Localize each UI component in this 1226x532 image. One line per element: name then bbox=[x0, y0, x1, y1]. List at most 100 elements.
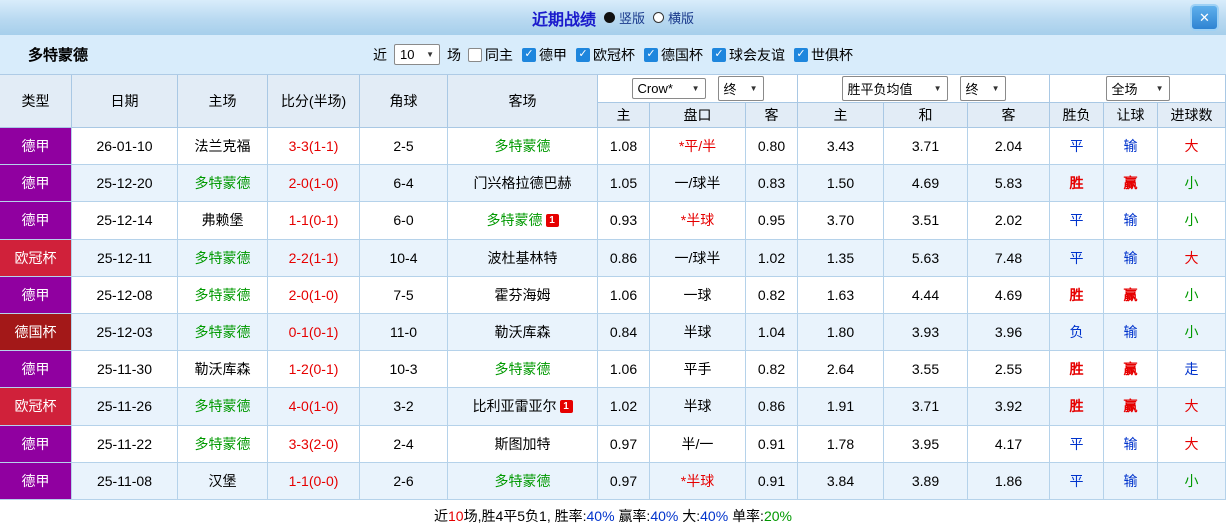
col-corner: 角球 bbox=[360, 75, 448, 128]
corner-cell: 2-5 bbox=[360, 128, 448, 166]
games-label: 场 bbox=[447, 46, 461, 63]
asian-home-odds-cell: 0.97 bbox=[598, 425, 650, 463]
footer-stat-text: 近 bbox=[434, 507, 449, 524]
away-team-cell[interactable]: 多特蒙德 1 bbox=[448, 202, 598, 240]
euro-draw-odds-cell: 4.69 bbox=[884, 165, 968, 203]
col-result: 胜负 bbox=[1050, 103, 1104, 128]
results-table: 类型 日期 主场 比分(半场) 角球 客场 Crow* ▼ 终 ▼ 主 盘口 客… bbox=[0, 75, 1226, 500]
col-date: 日期 bbox=[72, 75, 178, 128]
filter-checkbox-世俱杯[interactable]: ✓ 世俱杯 bbox=[794, 45, 853, 65]
europe-odds-select[interactable]: 胜平负均值 ▼ bbox=[841, 76, 948, 101]
away-team-name: 多特蒙德 bbox=[486, 212, 543, 229]
euro-home-odds-cell: 1.35 bbox=[798, 239, 884, 277]
handicap-cell: *平/半 bbox=[650, 128, 746, 166]
away-team-cell[interactable]: 多特蒙德 1 bbox=[448, 351, 598, 389]
europe-odds-group: 胜平负均值 ▼ 终 ▼ 主 和 客 bbox=[798, 75, 1050, 128]
odds-company-select[interactable]: Crow* ▼ bbox=[631, 78, 706, 99]
col-asian-home: 主 bbox=[598, 103, 650, 128]
filter-checkbox-德国杯[interactable]: ✓ 德国杯 bbox=[644, 45, 703, 65]
home-team-cell[interactable]: 多特蒙德 1 bbox=[178, 276, 268, 314]
away-team-cell[interactable]: 门兴格拉德巴赫 1 bbox=[448, 165, 598, 203]
away-team-cell[interactable]: 多特蒙德 1 bbox=[448, 462, 598, 500]
home-team-cell[interactable]: 弗赖堡 1 bbox=[178, 202, 268, 240]
titlebar: 近期战绩 竖版 横版 ✕ bbox=[0, 0, 1226, 35]
home-team-name: 多特蒙德 bbox=[194, 175, 251, 192]
away-team-cell[interactable]: 霍芬海姆 1 bbox=[448, 276, 598, 314]
match-count-select[interactable]: 10 ▼ bbox=[394, 44, 440, 65]
euro-away-odds-cell: 2.04 bbox=[968, 128, 1050, 166]
table-row: 德甲 26-01-10 法兰克福 1 3-3(1-1) 2-5 多特蒙德 1 1… bbox=[0, 128, 1226, 166]
away-team-name: 多特蒙德 bbox=[494, 138, 551, 155]
footer-stat-text: 10 bbox=[448, 507, 464, 524]
dropdown-arrow-icon: ▼ bbox=[1155, 84, 1164, 93]
dropdown-arrow-icon: ▼ bbox=[933, 84, 942, 93]
table-row: 德国杯 25-12-03 多特蒙德 1 0-1(0-1) 11-0 勒沃库森 1… bbox=[0, 313, 1226, 352]
match-count-value: 10 bbox=[400, 47, 415, 62]
table-row: 欧冠杯 25-12-11 多特蒙德 1 2-2(1-1) 10-4 波杜基林特 … bbox=[0, 239, 1226, 277]
euro-home-odds-cell: 1.91 bbox=[798, 388, 884, 426]
euro-away-odds-cell: 2.55 bbox=[968, 351, 1050, 389]
away-team-cell[interactable]: 比利亚雷亚尔 1 bbox=[448, 388, 598, 426]
away-team-cell[interactable]: 多特蒙德 1 bbox=[448, 128, 598, 166]
filter-checkbox-德甲[interactable]: ✓ 德甲 bbox=[522, 45, 567, 65]
date-cell: 25-11-22 bbox=[72, 425, 178, 463]
away-team-name: 波杜基林特 bbox=[487, 249, 558, 266]
handicap-result-cell: 赢 bbox=[1104, 276, 1158, 314]
europe-time-select[interactable]: 终 ▼ bbox=[959, 76, 1006, 101]
euro-away-odds-cell: 5.83 bbox=[968, 165, 1050, 203]
page-title: 近期战绩 bbox=[531, 11, 596, 29]
layout-radio-horizontal[interactable]: 横版 bbox=[653, 8, 694, 27]
home-team-cell[interactable]: 法兰克福 1 bbox=[178, 128, 268, 166]
europe-odds-controls: 胜平负均值 ▼ 终 ▼ bbox=[798, 75, 1050, 103]
goals-result-cell: 小 bbox=[1158, 462, 1226, 500]
goals-result-cell: 大 bbox=[1158, 388, 1226, 426]
filter-checkbox-同主[interactable]: 同主 bbox=[468, 45, 513, 65]
close-button[interactable]: ✕ bbox=[1190, 4, 1219, 31]
date-cell: 26-01-10 bbox=[72, 128, 178, 166]
table-row: 德甲 25-11-30 勒沃库森 1 1-2(0-1) 10-3 多特蒙德 1 … bbox=[0, 351, 1226, 389]
goals-result-cell: 小 bbox=[1158, 165, 1226, 203]
home-team-cell[interactable]: 汉堡 1 bbox=[178, 462, 268, 500]
league-type-cell: 德甲 bbox=[0, 462, 72, 500]
filter-checkbox-欧冠杯[interactable]: ✓ 欧冠杯 bbox=[576, 45, 635, 65]
red-card-badge-icon: 1 bbox=[545, 213, 559, 227]
red-card-badge-icon: 1 bbox=[559, 399, 573, 413]
asian-home-odds-cell: 0.84 bbox=[598, 313, 650, 352]
league-type-cell: 德甲 bbox=[0, 202, 72, 240]
col-cover: 让球 bbox=[1104, 103, 1158, 128]
home-team-name: 弗赖堡 bbox=[201, 212, 244, 229]
summary-footer: 近 10 场, 胜4平5负1, 胜率: 40% 赢率: 40% 大: 40% 单率: 20% bbox=[0, 499, 1226, 532]
handicap-cell: 平手 bbox=[650, 351, 746, 389]
euro-home-odds-cell: 1.63 bbox=[798, 276, 884, 314]
home-team-cell[interactable]: 多特蒙德 1 bbox=[178, 165, 268, 203]
filter-checkbox-球会友谊[interactable]: ✓ 球会友谊 bbox=[712, 45, 785, 65]
away-team-cell[interactable]: 斯图加特 1 bbox=[448, 425, 598, 463]
euro-draw-odds-cell: 3.93 bbox=[884, 313, 968, 352]
home-team-cell[interactable]: 多特蒙德 1 bbox=[178, 425, 268, 463]
col-away: 客场 bbox=[448, 75, 598, 128]
scope-select[interactable]: 全场 ▼ bbox=[1105, 76, 1170, 101]
result-headers: 胜负 让球 进球数 bbox=[1050, 103, 1226, 128]
handicap-result-cell: 输 bbox=[1104, 313, 1158, 352]
home-team-cell[interactable]: 多特蒙德 1 bbox=[178, 239, 268, 277]
table-row: 德甲 25-12-14 弗赖堡 1 1-1(0-1) 6-0 多特蒙德 1 0.… bbox=[0, 202, 1226, 240]
odds-time-select[interactable]: 终 ▼ bbox=[717, 76, 764, 101]
date-cell: 25-11-26 bbox=[72, 388, 178, 426]
home-team-cell[interactable]: 多特蒙德 1 bbox=[178, 388, 268, 426]
goals-result-cell: 大 bbox=[1158, 425, 1226, 463]
score-cell: 2-0(1-0) bbox=[268, 276, 360, 314]
checkbox-label: 欧冠杯 bbox=[593, 46, 635, 63]
checkbox-label: 球会友谊 bbox=[729, 46, 785, 63]
date-cell: 25-12-11 bbox=[72, 239, 178, 277]
handicap-cell: 半球 bbox=[650, 388, 746, 426]
date-cell: 25-12-20 bbox=[72, 165, 178, 203]
away-team-cell[interactable]: 波杜基林特 1 bbox=[448, 239, 598, 277]
handicap-result-cell: 输 bbox=[1104, 202, 1158, 240]
layout-radio-vertical[interactable]: 竖版 bbox=[603, 8, 645, 27]
home-team-cell[interactable]: 勒沃库森 1 bbox=[178, 351, 268, 389]
table-row: 德甲 25-12-20 多特蒙德 1 2-0(1-0) 6-4 门兴格拉德巴赫 … bbox=[0, 165, 1226, 203]
odds-time-value: 终 bbox=[723, 82, 737, 97]
handicap-cell: *半球 bbox=[650, 202, 746, 240]
home-team-cell[interactable]: 多特蒙德 1 bbox=[178, 313, 268, 352]
away-team-cell[interactable]: 勒沃库森 1 bbox=[448, 313, 598, 352]
